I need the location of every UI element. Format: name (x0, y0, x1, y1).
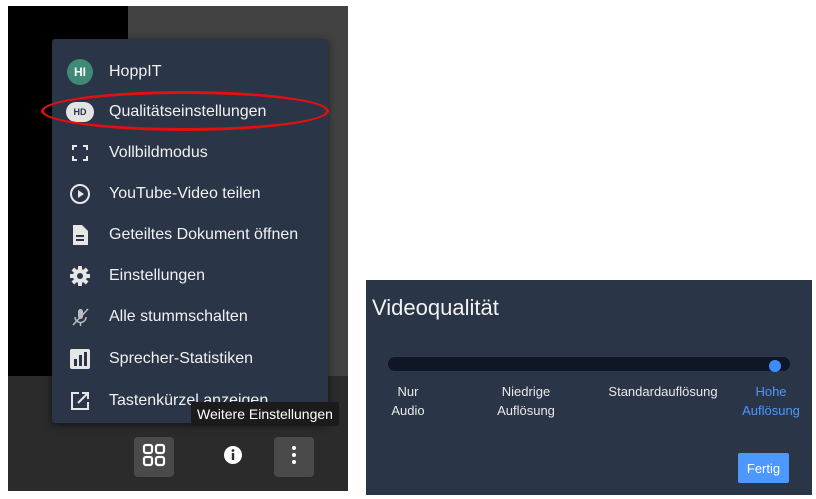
menu-item-settings[interactable]: Einstellungen (52, 256, 328, 296)
done-button[interactable]: Fertig (738, 453, 789, 483)
option-label-line2: Audio (391, 403, 425, 418)
quality-option-low[interactable]: Niedrige Auflösung (491, 382, 561, 420)
avatar-icon: HI (66, 58, 94, 86)
info-icon (223, 445, 243, 470)
menu-item-label: YouTube-Video teilen (109, 185, 261, 202)
hd-icon: HD (66, 98, 94, 126)
menu-item-open-document[interactable]: Geteiltes Dokument öffnen (52, 215, 328, 255)
mic-off-icon (66, 303, 94, 331)
meeting-screenshot: HI HoppIT HD Qualitätseinstellungen Voll… (8, 6, 348, 491)
menu-item-label: HoppIT (109, 63, 162, 80)
menu-item-speaker-stats[interactable]: Sprecher-Statistiken (52, 339, 328, 379)
quality-slider-thumb[interactable] (769, 360, 781, 372)
menu-item-profile[interactable]: HI HoppIT (52, 52, 328, 92)
more-settings-menu: HI HoppIT HD Qualitätseinstellungen Voll… (52, 39, 328, 423)
option-label-line1: Hohe (755, 384, 787, 399)
info-button[interactable] (213, 437, 253, 477)
quality-option-high[interactable]: Hohe Auflösung (736, 382, 806, 420)
menu-item-quality-settings[interactable]: HD Qualitätseinstellungen (52, 92, 328, 132)
tooltip: Weitere Einstellungen (191, 402, 339, 426)
dialog-title: Videoqualität (372, 295, 499, 320)
menu-item-label: Qualitätseinstellungen (109, 103, 267, 120)
option-label-line2: Auflösung (497, 403, 555, 418)
quality-option-standard[interactable]: Standardauflösung (602, 382, 724, 401)
fullscreen-icon (66, 139, 94, 167)
avatar: HI (67, 59, 93, 85)
video-quality-dialog: Videoqualität Nur Audio Niedrige Auflösu… (366, 280, 812, 495)
menu-item-label: Alle stummschalten (109, 308, 248, 325)
more-vertical-icon (291, 445, 297, 470)
menu-item-fullscreen[interactable]: Vollbildmodus (52, 133, 328, 173)
external-link-icon (66, 387, 94, 415)
menu-item-label: Vollbildmodus (109, 144, 208, 161)
play-circle-icon (66, 180, 94, 208)
hd-badge: HD (66, 102, 94, 122)
option-label-line1: Niedrige (501, 384, 551, 399)
menu-item-label: Einstellungen (109, 267, 206, 284)
document-icon (66, 221, 94, 249)
option-label-line1: Nur (397, 384, 419, 399)
tile-view-icon (142, 443, 166, 472)
tile-view-button[interactable] (134, 437, 174, 477)
bar-chart-icon (66, 345, 94, 373)
more-options-button[interactable] (274, 437, 314, 477)
option-label-line1: Standardauflösung (608, 384, 718, 399)
gear-icon (66, 262, 94, 290)
menu-item-share-youtube[interactable]: YouTube-Video teilen (52, 174, 328, 214)
menu-item-mute-all[interactable]: Alle stummschalten (52, 297, 328, 337)
quality-option-audio-only[interactable]: Nur Audio (388, 382, 428, 420)
menu-item-label: Geteiltes Dokument öffnen (109, 226, 299, 243)
menu-item-label: Sprecher-Statistiken (109, 350, 254, 367)
quality-slider-track[interactable] (388, 357, 790, 371)
option-label-line2: Auflösung (742, 403, 800, 418)
